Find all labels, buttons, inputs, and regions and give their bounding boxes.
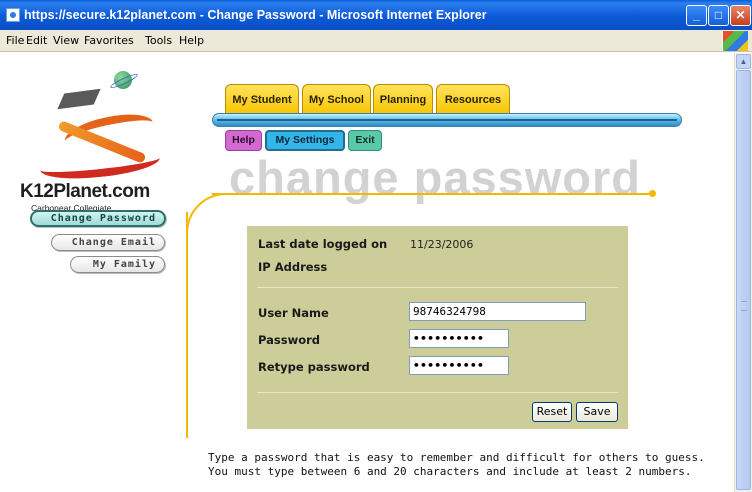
window-titlebar[interactable]: https://secure.k12planet.com - Change Pa… bbox=[0, 0, 752, 30]
tab-resources[interactable]: Resources bbox=[436, 84, 510, 115]
gold-rule-vertical bbox=[186, 212, 188, 438]
retype-password-field[interactable] bbox=[409, 356, 509, 375]
username-field[interactable] bbox=[409, 302, 586, 321]
minimize-button[interactable]: _ bbox=[686, 5, 707, 26]
menu-favorites[interactable]: Favorites bbox=[84, 30, 134, 52]
window-title: https://secure.k12planet.com - Change Pa… bbox=[24, 8, 487, 22]
gold-rule-dot bbox=[649, 190, 656, 197]
nav-change-password[interactable]: Change Password bbox=[30, 210, 166, 227]
brand-name: K12Planet.com bbox=[20, 181, 150, 202]
menu-view[interactable]: View bbox=[53, 30, 79, 52]
form-separator bbox=[257, 287, 618, 288]
close-button[interactable]: ✕ bbox=[730, 5, 751, 26]
last-login-value: 11/23/2006 bbox=[410, 238, 474, 251]
password-label: Password bbox=[258, 333, 320, 347]
reset-button[interactable]: Reset bbox=[532, 402, 572, 422]
page-title: change password bbox=[229, 151, 641, 204]
tab-planning[interactable]: Planning bbox=[373, 84, 433, 115]
change-password-form: Last date logged on 11/23/2006 IP Addres… bbox=[247, 226, 628, 429]
subtab-exit[interactable]: Exit bbox=[348, 130, 382, 151]
menu-bar: File Edit View Favorites Tools Help bbox=[0, 30, 752, 52]
help-line-1: Type a password that is easy to remember… bbox=[208, 451, 705, 464]
menu-edit[interactable]: Edit bbox=[26, 30, 47, 52]
save-button[interactable]: Save bbox=[576, 402, 618, 422]
form-separator-bottom bbox=[257, 392, 618, 393]
tab-my-student[interactable]: My Student bbox=[225, 84, 299, 115]
menu-file[interactable]: File bbox=[6, 30, 24, 52]
vertical-scrollbar[interactable]: ▲ bbox=[734, 53, 752, 492]
username-label: User Name bbox=[258, 306, 329, 320]
scroll-up-arrow-icon[interactable]: ▲ bbox=[736, 54, 751, 69]
ip-address-label: IP Address bbox=[258, 260, 328, 274]
help-line-2: You must type between 6 and 20 character… bbox=[208, 465, 692, 478]
logo-swoosh-bottom bbox=[38, 144, 162, 184]
nav-change-email[interactable]: Change Email bbox=[51, 234, 165, 251]
last-login-label: Last date logged on bbox=[258, 237, 388, 251]
gold-rule bbox=[212, 193, 652, 195]
scroll-thumb[interactable] bbox=[736, 70, 751, 490]
windows-flag-icon bbox=[722, 31, 748, 51]
ie-icon bbox=[6, 8, 20, 22]
menu-tools[interactable]: Tools bbox=[145, 30, 172, 52]
nav-my-family[interactable]: My Family bbox=[70, 256, 165, 273]
subtab-my-settings[interactable]: My Settings bbox=[265, 130, 345, 151]
subtab-help[interactable]: Help bbox=[225, 130, 262, 151]
school-logo: K12Planet.com Carbonear Collegiate bbox=[20, 63, 176, 213]
tab-my-school[interactable]: My School bbox=[302, 84, 371, 115]
password-help-text: Type a password that is easy to remember… bbox=[208, 451, 705, 479]
password-field[interactable] bbox=[409, 329, 509, 348]
planet-icon bbox=[114, 71, 132, 89]
mortarboard-icon bbox=[57, 88, 101, 110]
tab-divider-bar bbox=[212, 113, 682, 127]
maximize-button[interactable]: □ bbox=[708, 5, 729, 26]
retype-password-label: Retype password bbox=[258, 360, 370, 374]
menu-help[interactable]: Help bbox=[179, 30, 204, 52]
